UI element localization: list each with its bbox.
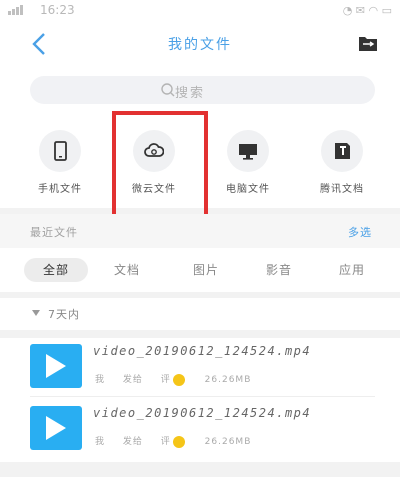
computer-icon (239, 144, 257, 160)
category-computer-files[interactable]: 电脑文件 (208, 130, 288, 195)
cloud-icon (144, 143, 164, 157)
category-label: 手机文件 (38, 184, 82, 195)
file-meta: 我 发给 评 26.26MB (95, 434, 265, 448)
filter-all[interactable]: 全部 (24, 258, 88, 282)
category-label: 电脑文件 (226, 184, 270, 195)
video-thumbnail (30, 344, 82, 388)
filter-apps[interactable]: 应用 (328, 258, 376, 282)
emoji-icon (172, 435, 185, 448)
page-title: 我的文件 (168, 37, 232, 53)
filter-documents[interactable]: 文档 (103, 258, 151, 282)
play-icon (46, 416, 66, 440)
category-cloud-files[interactable]: 微云文件 (114, 130, 194, 195)
file-item[interactable]: video_20190612_124524.mp4 我 发给 评 26.26MB (0, 338, 400, 400)
file-size: 26.26MB (204, 375, 252, 385)
tencent-docs-icon (335, 143, 350, 159)
caret-down-icon (32, 310, 40, 316)
file-meta: 我 发给 评 26.26MB (95, 372, 265, 386)
file-item[interactable]: video_20190612_124524.mp4 我 发给 评 26.26MB (0, 400, 400, 462)
file-author: 我 (95, 437, 106, 447)
filter-media[interactable]: 影音 (255, 258, 303, 282)
filter-tabs: 全部 文档 图片 影音 应用 (0, 248, 400, 292)
file-size: 26.26MB (204, 437, 252, 447)
file-app: 发给 (122, 375, 143, 385)
file-tag: 评 (160, 437, 171, 447)
category-label: 腾讯文档 (320, 184, 364, 195)
phone-icon (54, 141, 67, 161)
play-icon (46, 354, 66, 378)
category-phone-files[interactable]: 手机文件 (20, 130, 100, 195)
file-author: 我 (95, 375, 106, 385)
category-row: 手机文件 微云文件 电脑文件 腾讯文档 (0, 114, 400, 208)
emoji-icon (172, 373, 185, 386)
folder-transfer-icon[interactable] (358, 34, 378, 52)
search-input[interactable]: 搜索 (30, 76, 375, 104)
category-label: 微云文件 (132, 184, 176, 195)
status-bar: 16:23 ◔ ✉ ◠ ▭ (0, 0, 400, 22)
file-app: 发给 (122, 437, 143, 447)
signal-icon (8, 5, 23, 15)
recent-files-title: 最近文件 (30, 226, 78, 239)
group-header[interactable]: 7天内 (0, 298, 400, 330)
recent-files-header: 最近文件 多选 (0, 214, 400, 248)
file-name: video_20190612_124524.mp4 (93, 406, 312, 420)
nav-bar: 我的文件 (0, 22, 400, 66)
search-placeholder: 搜索 (175, 86, 206, 101)
file-tag: 评 (160, 375, 171, 385)
battery-icon: ◔ ✉ ◠ ▭ (342, 4, 392, 17)
divider (30, 396, 375, 397)
multi-select-button[interactable]: 多选 (348, 224, 372, 240)
video-thumbnail (30, 406, 82, 450)
category-tencent-docs[interactable]: 腾讯文档 (302, 130, 382, 195)
status-time: 16:23 (40, 3, 75, 17)
group-label: 7天内 (48, 308, 80, 321)
search-area: 搜索 (0, 66, 400, 114)
file-name: video_20190612_124524.mp4 (93, 344, 312, 358)
filter-images[interactable]: 图片 (182, 258, 230, 282)
